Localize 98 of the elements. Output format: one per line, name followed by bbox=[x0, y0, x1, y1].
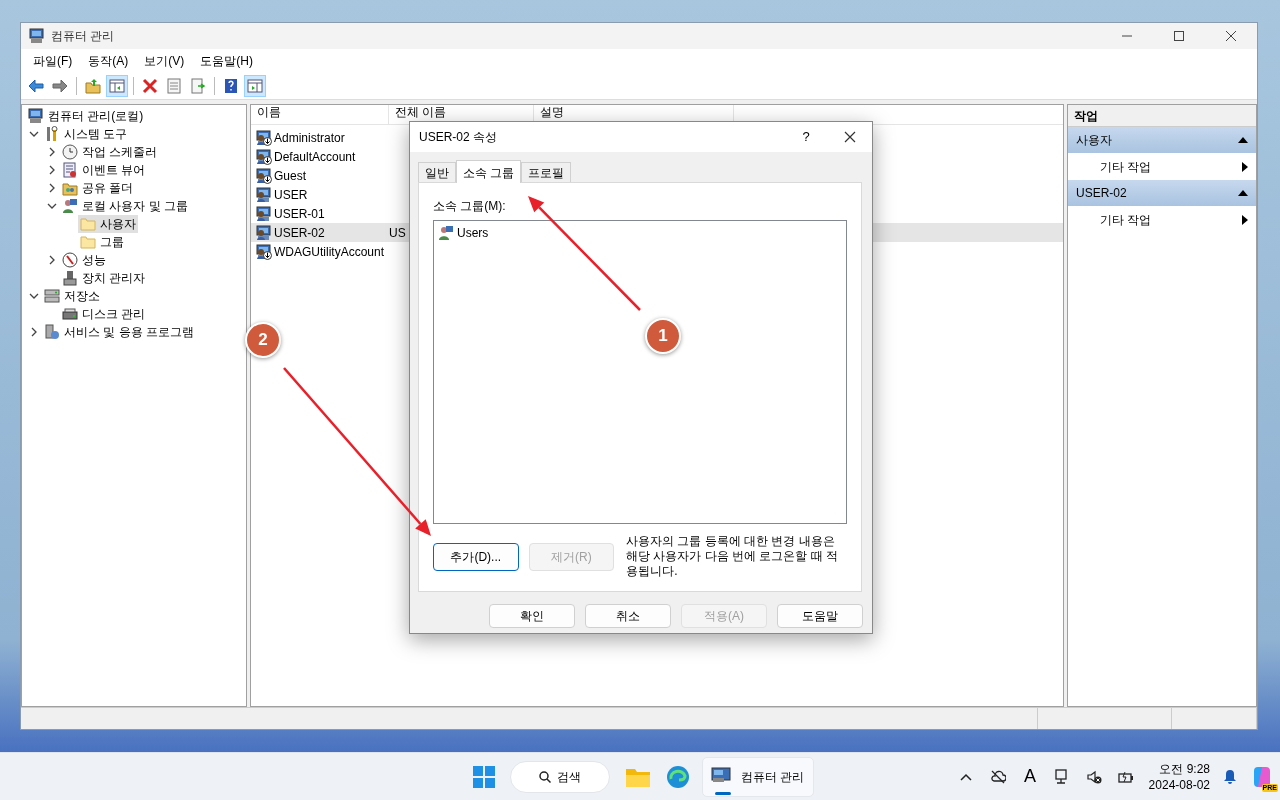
info-text: 사용자의 그룹 등록에 대한 변경 내용은 해당 사용자가 다음 번에 로그온할 때 적용됩니다. bbox=[626, 534, 840, 579]
browser-logo-icon bbox=[666, 764, 690, 789]
user-name[interactable]: USER bbox=[274, 185, 308, 204]
tree-item[interactable]: 이벤트 뷰어 bbox=[82, 161, 146, 179]
tree-item[interactable]: 로컬 사용자 및 그룹 bbox=[82, 197, 188, 215]
expand-chevron-icon[interactable] bbox=[47, 147, 57, 157]
shared-folder-icon bbox=[62, 180, 78, 196]
search-icon bbox=[539, 770, 551, 783]
action-section-header[interactable]: USER-02 bbox=[1068, 180, 1256, 206]
menu-item[interactable]: 도움말(H) bbox=[192, 52, 261, 70]
section-title: USER-02 bbox=[1076, 185, 1127, 202]
close-icon bbox=[844, 131, 856, 143]
menu-item[interactable]: 보기(V) bbox=[136, 52, 193, 70]
tree-item[interactable]: 작업 스케줄러 bbox=[82, 143, 158, 161]
close-icon bbox=[1226, 31, 1236, 41]
column-header[interactable]: 이름 bbox=[251, 105, 389, 124]
tree-item[interactable]: 그룹 bbox=[100, 233, 124, 251]
app-label: 컴퓨터 관리 bbox=[741, 768, 805, 786]
tree-item[interactable]: 사용자 bbox=[100, 215, 136, 233]
help-button[interactable]: ? bbox=[784, 122, 828, 152]
back-arrow-icon bbox=[28, 78, 44, 94]
disk-drive-icon bbox=[62, 306, 78, 322]
expand-chevron-icon[interactable] bbox=[47, 165, 57, 175]
computer-icon bbox=[28, 108, 44, 124]
actions-title: 작업 bbox=[1068, 105, 1256, 127]
storage-icon bbox=[44, 288, 60, 304]
collapse-chevron-icon[interactable] bbox=[47, 201, 57, 211]
expand-chevron-icon[interactable] bbox=[47, 255, 57, 265]
toolbar-button[interactable] bbox=[106, 75, 128, 97]
input-indicator-button[interactable]: A bbox=[1014, 756, 1046, 797]
clock-date: 2024-08-02 bbox=[1148, 776, 1210, 793]
window-title: 컴퓨터 관리 bbox=[51, 28, 115, 45]
user-name[interactable]: USER-02 bbox=[274, 223, 325, 242]
tree-item[interactable]: 컴퓨터 관리(로컬) bbox=[48, 107, 144, 125]
notification-bell-icon bbox=[1222, 768, 1238, 785]
full-name-cell-text: US bbox=[388, 224, 406, 242]
users-icon bbox=[62, 198, 78, 214]
dialog-tab[interactable]: 프로필 bbox=[521, 162, 572, 182]
export-list-icon bbox=[190, 78, 206, 94]
computer-icon bbox=[29, 28, 45, 44]
submenu-arrow-icon bbox=[1242, 214, 1248, 225]
dialog-tab[interactable]: 소속 그룹 bbox=[456, 160, 522, 183]
collapse-chevron-icon[interactable] bbox=[29, 291, 39, 301]
cloud-offline-icon bbox=[990, 768, 1006, 785]
dialog-button[interactable]: 취소 bbox=[585, 604, 671, 628]
clock-time: 오전 9:28 bbox=[1158, 760, 1210, 777]
event-log-icon bbox=[62, 162, 78, 178]
tree-item[interactable]: 서비스 및 응용 프로그램 bbox=[64, 323, 194, 341]
device-icon bbox=[62, 270, 78, 286]
group-list-label: 소속 그룹(M): bbox=[433, 198, 507, 215]
menu-item[interactable]: 파일(F) bbox=[25, 52, 81, 70]
tree-item[interactable]: 저장소 bbox=[64, 287, 100, 305]
tree-item[interactable]: 공유 폴더 bbox=[82, 179, 134, 197]
clock-icon bbox=[62, 144, 78, 160]
section-title: 사용자 bbox=[1076, 132, 1112, 149]
submenu-arrow-icon bbox=[1242, 161, 1248, 172]
tree-item[interactable]: 장치 관리자 bbox=[82, 269, 146, 287]
delete-icon bbox=[142, 78, 158, 94]
network-icon bbox=[1054, 768, 1070, 785]
tree-item[interactable]: 디스크 관리 bbox=[82, 305, 146, 323]
search-label: 검색 bbox=[557, 768, 581, 786]
users-icon bbox=[438, 225, 454, 241]
tree-pane-icon bbox=[109, 78, 125, 94]
services-icon bbox=[44, 324, 60, 340]
collapse-triangle-icon[interactable] bbox=[1238, 190, 1248, 196]
selected-item-highlight[interactable]: 사용자 bbox=[78, 215, 138, 233]
maximize-icon bbox=[1174, 31, 1184, 41]
tools-icon bbox=[44, 126, 60, 142]
action-pane-icon bbox=[247, 78, 263, 94]
gauge-icon bbox=[62, 252, 78, 268]
windows-logo-icon bbox=[472, 764, 496, 789]
action-section-header[interactable]: 사용자 bbox=[1068, 127, 1256, 153]
dialog-tab[interactable]: 일반 bbox=[418, 162, 456, 182]
clock-button[interactable]: 오전 9:28 2024-08-02 bbox=[1142, 756, 1216, 797]
expand-chevron-icon[interactable] bbox=[47, 183, 57, 193]
volume-muted-icon bbox=[1086, 768, 1102, 785]
properties-icon bbox=[166, 78, 182, 94]
user-name[interactable]: USER-01 bbox=[274, 204, 325, 223]
collapse-triangle-icon[interactable] bbox=[1238, 137, 1248, 143]
collapse-chevron-icon[interactable] bbox=[29, 129, 39, 139]
action-item[interactable]: 기타 작업 bbox=[1100, 210, 1152, 229]
help-icon bbox=[223, 78, 239, 94]
folder-up-icon bbox=[85, 78, 101, 94]
group-item[interactable]: Users bbox=[457, 224, 489, 242]
dialog-button[interactable]: 확인 bbox=[489, 604, 575, 628]
search-button[interactable]: 검색 bbox=[510, 760, 610, 793]
forward-arrow-icon bbox=[52, 78, 68, 94]
folder-icon bbox=[80, 216, 96, 232]
dialog-title: USER-02 속성 bbox=[419, 129, 498, 146]
add-button[interactable]: 추가(D)... bbox=[433, 543, 519, 571]
action-item[interactable]: 기타 작업 bbox=[1100, 157, 1152, 176]
expand-chevron-icon[interactable] bbox=[29, 327, 39, 337]
toolbar-button[interactable] bbox=[244, 75, 266, 97]
tree-item[interactable]: 시스템 도구 bbox=[64, 125, 128, 143]
taskbar-app-button[interactable]: 컴퓨터 관리 bbox=[702, 756, 814, 797]
menu-item[interactable]: 동작(A) bbox=[80, 52, 137, 70]
tree-item[interactable]: 성능 bbox=[82, 251, 106, 269]
dialog-button[interactable]: 도움말 bbox=[777, 604, 863, 628]
